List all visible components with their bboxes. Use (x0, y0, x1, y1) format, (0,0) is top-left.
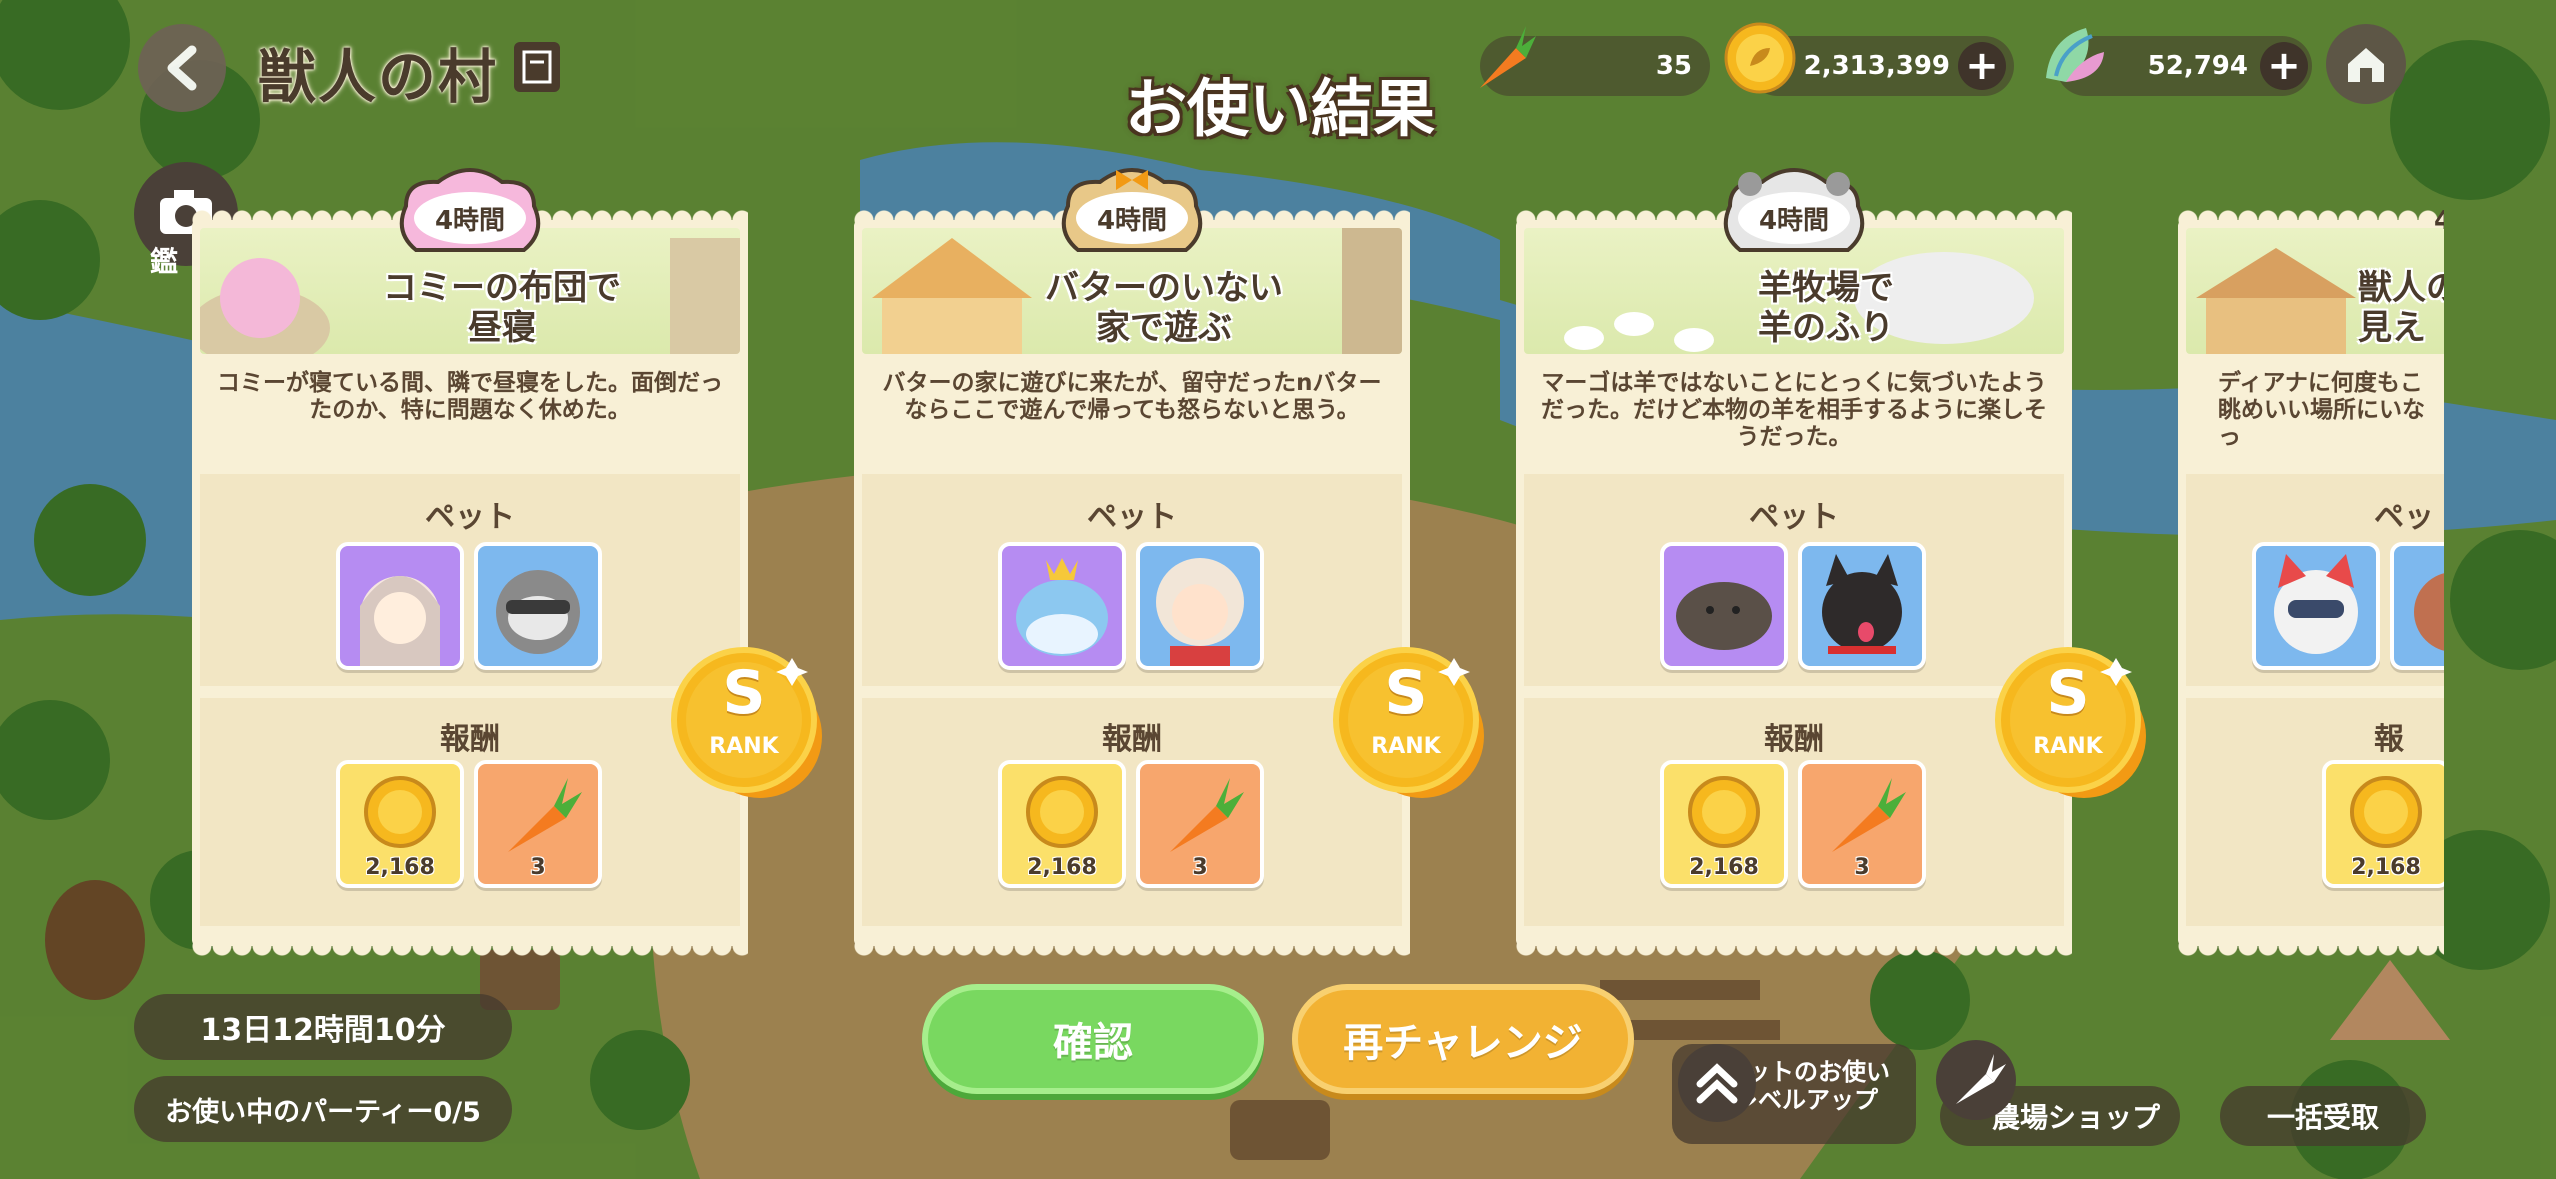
camera-label: 鑑 (150, 245, 179, 278)
rewards-label: 報酬 (1764, 722, 1824, 757)
carrot-count: 35 (1655, 51, 1692, 81)
duration-label: 4時間 (1758, 206, 1830, 236)
duration-label: 4時間 (434, 206, 506, 236)
card-title: 獣人の 見え (2358, 268, 2444, 348)
rewards-label: 報酬 (440, 722, 500, 757)
robot-cat-pet-icon (2274, 554, 2358, 654)
girl-pet-icon (360, 576, 440, 666)
pet-tile-robot-cat (2252, 542, 2380, 670)
rank-letter: S (1384, 658, 1428, 728)
coin-reward-count: 2,168 (2351, 855, 2421, 880)
back-button[interactable] (138, 24, 226, 112)
carrot-icon (1832, 778, 1906, 852)
rewards-label: 報酬 (1102, 722, 1162, 757)
card-description: マーゴは羊ではないことにとっくに気づいたようだった。だけど本物の羊を相手するよう… (1541, 370, 2047, 450)
card-title: バターのいない 家で遊ぶ (1045, 268, 1283, 348)
result-title: お使い結果 (1124, 72, 1435, 145)
coin-icon (2350, 776, 2422, 848)
add-gem-button[interactable]: + (2260, 42, 2308, 90)
add-coin-button[interactable]: + (1958, 42, 2006, 90)
coin-icon (1688, 776, 1760, 848)
coin-count: 2,313,399 (1803, 51, 1950, 81)
card-title: コミーの布団で 昼寝 (383, 268, 621, 348)
pet-tile-girl (336, 542, 464, 670)
card-description: ディアナに何度もこ眺めいい場所にいなっ (2218, 370, 2425, 450)
result-card-4: 獣人の 見え ディアナに何度もこ眺めいい場所にいなっ ペッ 報 2,168 4時 (2178, 206, 2444, 956)
confirm-button[interactable]: 確認 (922, 984, 1264, 1094)
pets-label: ペット (425, 500, 515, 535)
coin-icon (1724, 22, 1796, 94)
result-card-1: コミーの布団で 昼寝 コミーが寝ている間、隣で昼寝をした。面倒だったのか、特に問… (192, 168, 822, 956)
collect-all-button[interactable]: 一括受取 (2220, 1086, 2426, 1146)
black-dog-pet-icon (1822, 554, 1902, 654)
carrot-reward-tile: 3 (474, 760, 602, 888)
pets-label: ペット (1749, 500, 1839, 535)
rank-badge: S RANK (666, 644, 826, 804)
rewards-label: 報 (2374, 722, 2404, 757)
rank-letter: S (2046, 658, 2090, 728)
raccoon-pet-icon (496, 570, 580, 654)
carrot-shop-icon (1936, 1040, 2016, 1120)
chevron-left-icon (167, 45, 197, 91)
carrot-reward-tile: 3 (1798, 760, 1926, 888)
whale-pet-icon (1016, 558, 1108, 656)
rank-badge: S RANK (1990, 644, 2150, 804)
retry-button[interactable]: 再チャレンジ (1292, 984, 1634, 1094)
leaf-gem-icon (2046, 28, 2104, 82)
card-title: 羊牧場で 羊のふり (1758, 268, 1894, 348)
pet-tile-raccoon (474, 542, 602, 670)
coin-reward-tile: 2,168 (998, 760, 1126, 888)
coin-icon (1026, 776, 1098, 848)
party-status: お使い中のパーティー0/5 (134, 1076, 512, 1142)
partial-pet-icon (2414, 573, 2444, 651)
gem-count: 52,794 (2147, 51, 2248, 81)
carrot-icon (508, 778, 582, 852)
pet-tile-whale (998, 542, 1126, 670)
carrot-reward-count: 3 (1192, 855, 1208, 880)
pets-label: ペット (1087, 500, 1177, 535)
carrot-icon (1170, 778, 1244, 852)
carrot-icon (1480, 26, 1536, 88)
duration-label: 4時間 (1096, 206, 1168, 236)
coin-icon (364, 776, 436, 848)
card-4-clip: 獣人の 見え ディアナに何度もこ眺めいい場所にいなっ ペッ 報 2,168 4時 (2178, 150, 2444, 980)
card-description: バターの家に遊びに来たが、留守だったnバターならここで遊んで帰っても怒らないと思… (882, 370, 1382, 423)
rank-label: RANK (2033, 734, 2103, 759)
pet-tile-black-dog (1798, 542, 1926, 670)
coin-reward-count: 2,168 (1027, 855, 1097, 880)
rank-label: RANK (1371, 734, 1441, 759)
result-card-2: バターのいない 家で遊ぶ バターの家に遊びに来たが、留守だったnバターならここで… (854, 168, 1484, 956)
sheep-girl-pet-icon (1156, 558, 1244, 666)
pets-label: ペッ (2374, 500, 2434, 535)
rank-letter: S (722, 658, 766, 728)
coin-reward-count: 2,168 (1689, 855, 1759, 880)
coin-reward-tile: 2,168 (2322, 760, 2444, 888)
pet-tile-rock (1660, 542, 1788, 670)
duration-label: 4時 (2433, 206, 2444, 236)
coin-reward-count: 2,168 (365, 855, 435, 880)
carrot-reward-tile: 3 (1136, 760, 1264, 888)
pet-tile-sheep-girl (1136, 542, 1264, 670)
expedition-timer: 13日12時間10分 (134, 994, 512, 1060)
card-description: コミーが寝ている間、隣で昼寝をした。面倒だったのか、特に問題なく休めた。 (217, 370, 723, 423)
result-card-3: 羊牧場で 羊のふり マーゴは羊ではないことにとっくに気づいたようだった。だけど本… (1516, 168, 2146, 956)
book-icon[interactable] (514, 42, 560, 92)
rock-pet-icon (1676, 582, 1772, 650)
double-chevron-up-icon (1678, 1044, 1756, 1122)
coin-reward-tile: 2,168 (336, 760, 464, 888)
rank-badge: S RANK (1328, 644, 1488, 804)
rank-label: RANK (709, 734, 779, 759)
carrot-reward-count: 3 (1854, 855, 1870, 880)
home-icon (2348, 48, 2384, 82)
coin-reward-tile: 2,168 (1660, 760, 1788, 888)
carrot-reward-count: 3 (530, 855, 546, 880)
village-title: 獣人の村 (258, 43, 499, 111)
pet-tile-partial (2390, 542, 2444, 670)
home-button[interactable] (2326, 24, 2406, 104)
